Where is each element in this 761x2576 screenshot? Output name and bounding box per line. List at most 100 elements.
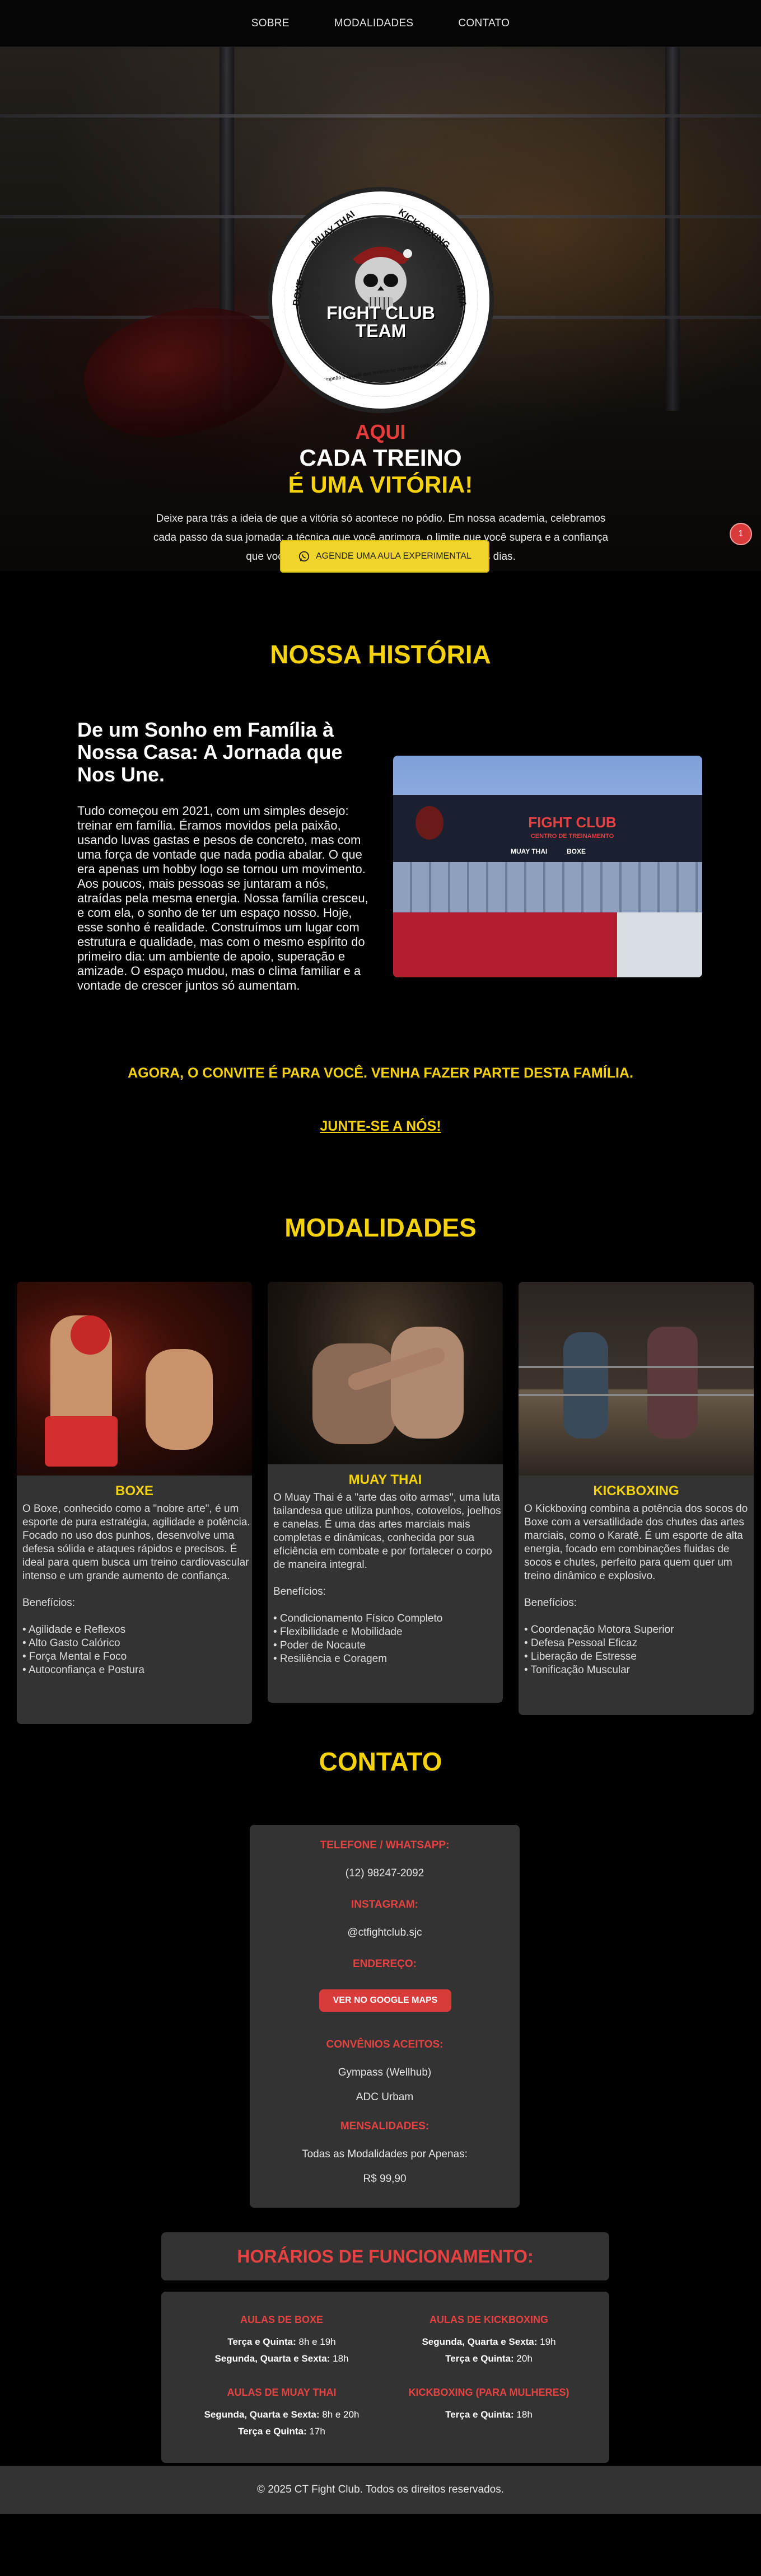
address-label: ENDEREÇO: [352,1958,417,1970]
hero-title-line3: É UMA VITÓRIA! [288,471,473,498]
historia-section: NOSSA HISTÓRIA De um Sonho em Família à … [0,571,761,1170]
contact-card: TELEFONE / WHATSAPP: (12) 98247-2092 INS… [250,1825,520,2208]
fighter-figure [647,1327,698,1439]
modalidade-card-boxe: BOXE O Boxe, conhecido como a "nobre art… [17,1282,252,1724]
boxe-image [17,1282,252,1476]
benefit-item: • Coordenação Motora Superior [524,1624,674,1636]
modalidade-name: KICKBOXING [593,1483,679,1498]
red-glove [71,1315,110,1355]
hours-time: 8h e 19h [298,2336,336,2347]
notification-badge[interactable]: 1 [730,523,752,545]
instagram-value[interactable]: @ctfightclub.sjc [250,1927,520,1939]
hero-title-line1: AQUI [355,420,406,443]
benefits-label: Benefícios: [22,1597,75,1609]
hours-time: 18h [516,2409,533,2420]
nav-modalidades[interactable]: MODALIDADES [334,17,414,30]
logo-emblem: BOXE MUAY THAI KICKBOXING MMA FIGHT CLUB [284,203,478,397]
convenio-item: ADC Urbam [356,2091,414,2103]
fight-club-logo: BOXE MUAY THAI KICKBOXING MMA FIGHT CLUB [268,187,494,413]
building-sign-item: MUAY THAI [511,847,548,855]
modalidade-body: O Boxe, conhecido como a "nobre arte", é… [17,1499,252,1685]
benefit-item: • Flexibilidade e Mobilidade [273,1626,403,1638]
hours-line: Terça e Quinta: 20h [385,2350,592,2367]
building-sign: FIGHT CLUB [528,814,617,831]
modalidades-title: MODALIDADES [284,1213,477,1242]
hours-block-label: KICKBOXING (PARA MULHERES) [408,2387,569,2398]
logo-name-line2: TEAM [355,321,407,341]
contato-title: CONTATO [319,1747,442,1776]
phone-label: TELEFONE / WHATSAPP: [320,1839,450,1851]
building-wall [393,912,617,977]
hours-days: Terça e Quinta: [238,2426,307,2437]
historia-text: Tudo começou em 2021, com um simples des… [77,804,368,992]
hours-line: Segunda, Quarta e Sexta: 18h [178,2350,385,2367]
benefit-item: • Agilidade e Reflexos [22,1624,126,1636]
price-value: R$ 99,90 [363,2173,407,2185]
logo-name: FIGHT CLUB TEAM [284,304,478,340]
logo-name-line1: FIGHT CLUB [326,303,435,323]
convenio-item: Gympass (Wellhub) [338,2067,432,2078]
contato-section: CONTATO TELEFONE / WHATSAPP: (12) 98247-… [0,1701,761,2466]
phone-value[interactable]: (12) 98247-2092 [250,1867,520,1880]
modalidade-description: O Boxe, conhecido como a "nobre arte", é… [22,1503,250,1582]
fighter-figure [563,1332,608,1439]
page: SOBRE MODALIDADES CONTATO BOXE MUAY THAI… [0,0,761,2514]
benefit-item: • Condicionamento Físico Completo [273,1613,443,1624]
hours-block-boxe: AULAS DE BOXE Terça e Quinta: 8h e 19h S… [178,2314,385,2367]
building-sign-item: BOXE [567,847,586,855]
benefit-item: • Resiliência e Coragem [273,1653,387,1665]
modalidade-card-muay-thai: MUAY THAI O Muay Thai é a "arte das oito… [268,1282,503,1703]
hours-days: Segunda, Quarta e Sexta: [204,2409,320,2420]
historia-subtitle: De um Sonho em Família à Nossa Casa: A J… [77,718,343,786]
nav-contato[interactable]: CONTATO [458,17,510,30]
academy-building-image: FIGHT CLUB CENTRO DE TREINAMENTO MUAY TH… [393,756,702,977]
hours-time: 17h [309,2426,325,2437]
building-sign-sub: CENTRO DE TREINAMENTO [530,833,614,840]
benefits-list: • Agilidade e Reflexos • Alto Gasto Caló… [22,1623,251,1677]
benefits-label: Benefícios: [273,1586,326,1598]
modalidade-body: O Muay Thai é a "arte das oito armas", u… [268,1488,503,1674]
modalidades-section: MODALIDADES BOXE O Boxe, conhecido como … [0,1170,761,1724]
benefit-item: • Autoconfiança e Postura [22,1664,144,1676]
hours-time: 8h e 20h [322,2409,360,2420]
hours-days: Terça e Quinta: [445,2409,514,2420]
google-maps-button[interactable]: VER NO GOOGLE MAPS [319,1989,451,2012]
red-shorts [45,1416,118,1467]
hours-days: Terça e Quinta: [227,2336,296,2347]
benefits-list: • Condicionamento Físico Completo • Flex… [273,1612,502,1666]
convenios-label: CONVÊNIOS ACEITOS: [326,2039,443,2050]
footer-copyright: © 2025 CT Fight Club. Todos os direitos … [256,2484,505,2495]
hero-section: BOXE MUAY THAI KICKBOXING MMA FIGHT CLUB [0,47,761,571]
top-nav: SOBRE MODALIDADES CONTATO [0,0,761,47]
hours-days: Terça e Quinta: [445,2353,514,2364]
historia-invite: AGORA, O CONVITE É PARA VOCÊ. VENHA FAZE… [128,1065,633,1081]
hero-title-line2: CADA TREINO [299,444,462,471]
hours-time: 19h [540,2336,556,2347]
mensalidades-label: MENSALIDADES: [340,2120,429,2132]
hours-block-kickboxing: AULAS DE KICKBOXING Segunda, Quarta e Se… [385,2314,592,2367]
hours-title: HORÁRIOS DE FUNCIONAMENTO: [161,2232,609,2280]
modalidade-description: O Muay Thai é a "arte das oito armas", u… [273,1492,501,1571]
benefit-item: • Força Mental e Foco [22,1651,127,1662]
modalidade-card-kickboxing: KICKBOXING O Kickboxing combina a potênc… [519,1282,754,1715]
benefit-item: • Defesa Pessoal Eficaz [524,1637,638,1649]
join-us-link[interactable]: JUNTE-SE A NÓS! [0,1118,761,1135]
kickboxing-image [519,1282,754,1476]
hero-title: AQUI CADA TREINO É UMA VITÓRIA! [0,420,761,498]
modalidade-body: O Kickboxing combina a potência dos soco… [519,1499,754,1685]
banner-logo-icon [415,806,443,840]
nav-sobre[interactable]: SOBRE [251,17,290,30]
schedule-class-button[interactable]: AGENDE UMA AULA EXPERIMENTAL [280,540,489,573]
schedule-class-label: AGENDE UMA AULA EXPERIMENTAL [315,551,471,561]
fighter-figure [391,1327,464,1439]
building-door [617,912,702,977]
building-windows [393,862,702,912]
hours-block-muay-thai: AULAS DE MUAY THAI Segunda, Quarta e Sex… [178,2387,385,2440]
benefits-label: Benefícios: [524,1597,577,1609]
whatsapp-icon [298,551,310,562]
benefit-item: • Tonificação Muscular [524,1664,630,1676]
hours-time: 20h [516,2353,533,2364]
hours-block-label: AULAS DE MUAY THAI [227,2387,337,2398]
historia-title: NOSSA HISTÓRIA [270,640,491,669]
instagram-label: INSTAGRAM: [351,1899,418,1910]
